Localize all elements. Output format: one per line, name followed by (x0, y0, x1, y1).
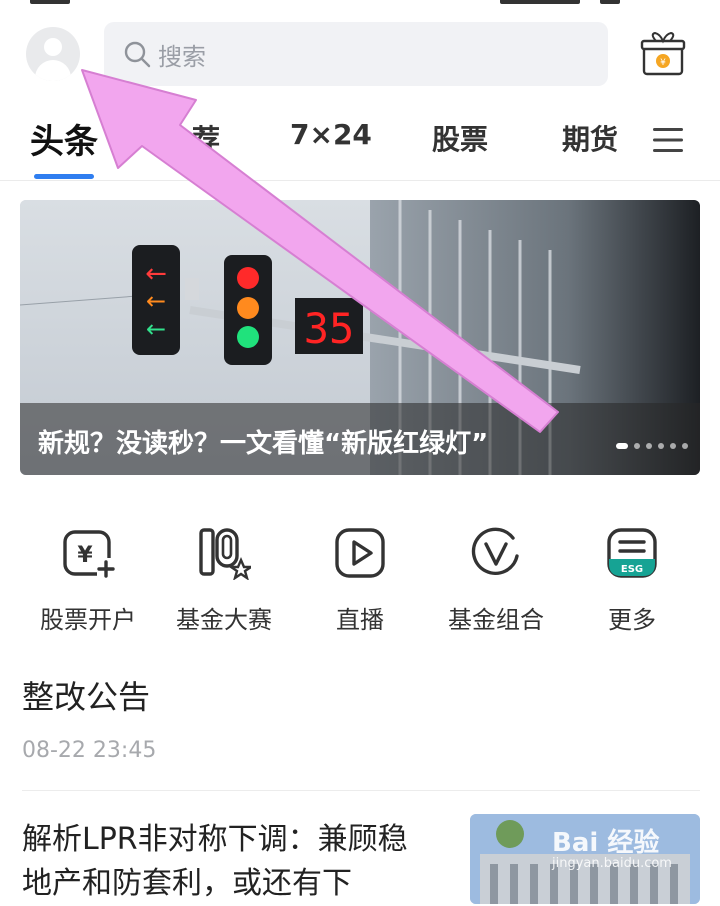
banner-carousel[interactable]: ← ← ← 35 新规？没读秒？一文看懂“新版红绿灯” (20, 200, 700, 475)
carousel-dot (658, 443, 664, 449)
yuan-card-icon: ¥ (63, 530, 115, 578)
shortcut-label: 基金大赛 (176, 606, 272, 634)
tab-7x24[interactable]: 7×24 (290, 118, 372, 151)
article-title[interactable]: 解析LPR非对称下调：兼顾稳地产和防套利，或还有下 (22, 818, 432, 906)
tab-recommend[interactable]: 荐 (192, 118, 220, 158)
avatar-head-icon (44, 38, 62, 56)
tab-futures[interactable]: 期货 (562, 118, 618, 158)
channel-tabs: 头条 荐 7×24 股票 期货 (0, 110, 720, 180)
gift-box-icon[interactable]: ¥ (640, 32, 686, 78)
carousel-dot (634, 443, 640, 449)
play-icon (335, 528, 385, 578)
svg-text:←: ← (145, 259, 167, 289)
svg-text:ESG: ESG (621, 564, 643, 575)
notice-title[interactable]: 整改公告 (22, 672, 150, 718)
search-icon (124, 41, 151, 68)
svg-text:¥: ¥ (660, 58, 666, 68)
active-tab-indicator (34, 174, 94, 179)
menu-icon[interactable] (652, 126, 684, 154)
shortcut-label: 基金组合 (448, 606, 544, 634)
shortcut-fund-portfolio[interactable]: 基金组合 (428, 520, 564, 635)
shortcut-label: 股票开户 (40, 606, 136, 634)
divider (0, 180, 720, 181)
watermark-url: jingyan.baidu.com (552, 856, 672, 871)
fund-contest-icon (199, 528, 251, 580)
svg-text:←: ← (146, 287, 166, 315)
search-placeholder: 搜索 (158, 42, 206, 71)
carousel-dot (616, 443, 628, 449)
watermark-brand: Bai 经验 (552, 828, 660, 858)
shortcut-stock-account[interactable]: ¥ 股票开户 (20, 520, 156, 635)
carousel-indicator (616, 443, 688, 449)
search-bar[interactable]: 搜索 (104, 22, 608, 86)
shortcut-grid: ¥ 股票开户 基金大赛 直播 基金组合 ESG 更多 (0, 520, 720, 634)
banner-caption-bar: 新规？没读秒？一文看懂“新版红绿灯” (20, 403, 700, 475)
shortcut-live[interactable]: 直播 (292, 520, 428, 635)
countdown-display: 35 (304, 304, 355, 353)
carousel-dot (670, 443, 676, 449)
svg-text:←: ← (146, 315, 166, 343)
avatar[interactable] (26, 27, 80, 81)
avatar-body-icon (35, 60, 71, 81)
svg-text:¥: ¥ (77, 543, 93, 568)
carousel-dot (646, 443, 652, 449)
notice-timestamp: 08-22 23:45 (22, 738, 157, 763)
shortcut-label: 直播 (336, 606, 384, 634)
shortcut-label: 更多 (608, 606, 656, 634)
tab-stocks[interactable]: 股票 (432, 118, 488, 158)
v-circle-icon (471, 527, 519, 576)
divider (22, 790, 700, 791)
tab-headlines[interactable]: 头条 (30, 114, 98, 163)
banner-caption: 新规？没读秒？一文看懂“新版红绿灯” (38, 429, 489, 459)
shortcut-fund-contest[interactable]: 基金大赛 (156, 520, 292, 635)
shortcut-more[interactable]: ESG 更多 (564, 520, 700, 635)
carousel-dot (682, 443, 688, 449)
esg-more-icon: ESG (607, 528, 657, 578)
status-bar (0, 0, 720, 8)
